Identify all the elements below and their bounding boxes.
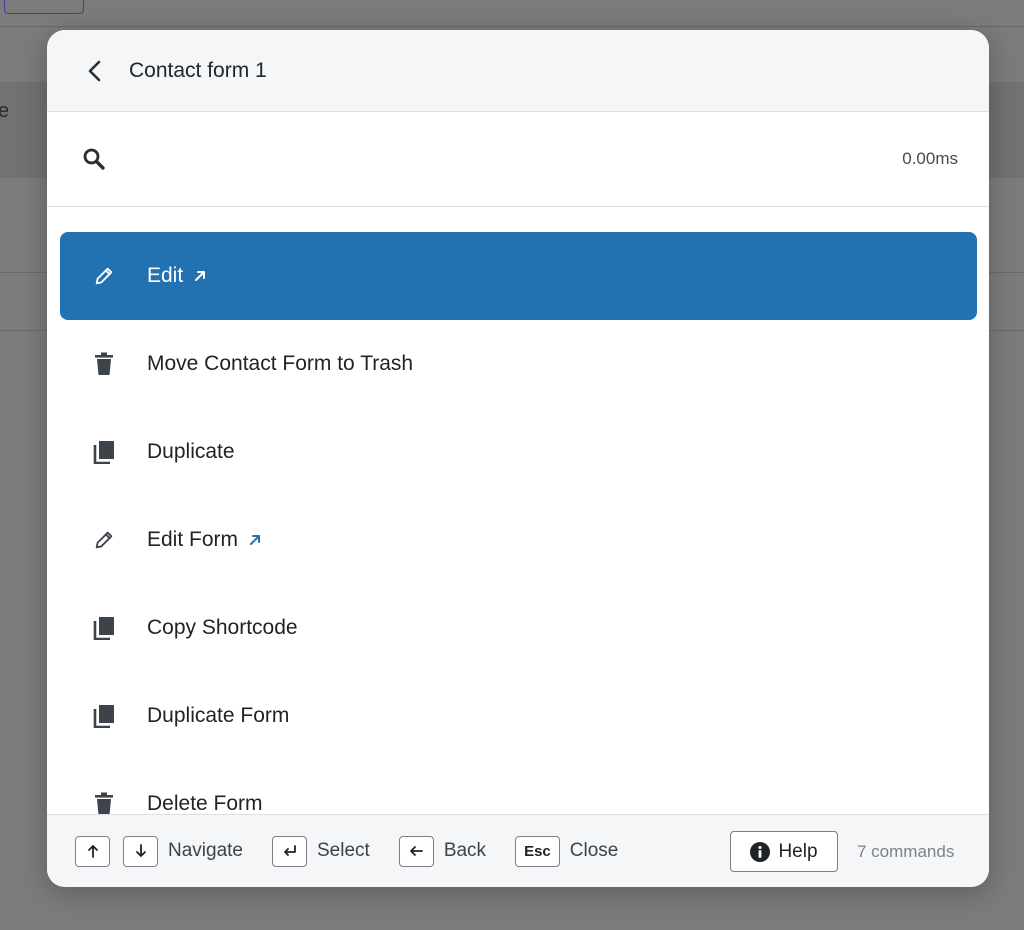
command-item-edit-form[interactable]: Edit Form <box>60 496 977 584</box>
back-label: Back <box>443 840 487 861</box>
pencil-icon <box>92 264 116 288</box>
command-list: Edit Move Contact Form to Trash Duplicat… <box>47 232 989 814</box>
info-icon <box>750 841 771 862</box>
arrow-down-icon <box>135 844 146 857</box>
external-link-icon <box>248 533 262 547</box>
background-text: e <box>0 100 10 122</box>
command-item-duplicate[interactable]: Duplicate <box>60 408 977 496</box>
search-icon <box>81 146 107 172</box>
close-label: Close <box>569 840 619 861</box>
back-button[interactable] <box>83 59 107 83</box>
command-label: Delete Form <box>147 792 263 814</box>
arrow-up-key <box>75 835 110 867</box>
palette-footer: Navigate Select Back Esc Close Help 7 co… <box>47 814 989 887</box>
command-count: 7 commands <box>857 842 955 861</box>
command-item-copy-shortcode[interactable]: Copy Shortcode <box>60 584 977 672</box>
enter-key <box>272 835 307 867</box>
select-hint: Select <box>272 835 370 867</box>
command-item-duplicate-form[interactable]: Duplicate Form <box>60 672 977 760</box>
trash-icon <box>92 352 116 376</box>
copy-icon <box>92 704 116 728</box>
help-button[interactable]: Help <box>730 831 838 872</box>
command-item-edit[interactable]: Edit <box>60 232 977 320</box>
arrow-left-key <box>398 835 434 867</box>
arrow-down-key <box>123 835 158 867</box>
enter-icon <box>283 845 296 856</box>
copy-icon <box>92 440 116 464</box>
select-label: Select <box>317 840 370 861</box>
close-hint: Esc Close <box>515 835 619 867</box>
command-label: Edit Form <box>147 528 239 551</box>
pencil-icon <box>92 528 116 552</box>
command-palette: Contact form 1 0.00ms Edit Move Contact … <box>47 30 989 887</box>
navigate-label: Navigate <box>168 840 243 861</box>
command-label: Duplicate Form <box>147 704 290 727</box>
arrow-up-icon <box>87 845 98 858</box>
search-input[interactable] <box>123 148 903 170</box>
trash-icon <box>92 792 116 814</box>
help-label: Help <box>778 840 818 862</box>
command-label: Edit <box>147 264 184 287</box>
external-link-icon <box>193 269 207 283</box>
chevron-left-icon <box>88 60 101 81</box>
background-divider <box>0 26 1024 27</box>
page-title: Contact form 1 <box>129 58 267 82</box>
command-label: Duplicate <box>147 440 235 463</box>
arrow-left-icon <box>410 846 424 856</box>
search-timing: 0.00ms <box>902 149 958 168</box>
copy-icon <box>92 616 116 640</box>
esc-key: Esc <box>515 835 560 867</box>
search-bar: 0.00ms <box>47 112 989 207</box>
background-button <box>4 0 84 14</box>
navigate-hint: Navigate <box>75 835 243 867</box>
command-label: Copy Shortcode <box>147 616 298 639</box>
palette-header: Contact form 1 <box>47 30 989 112</box>
command-item-delete-form[interactable]: Delete Form <box>60 760 977 814</box>
back-hint: Back <box>398 835 487 867</box>
command-label: Move Contact Form to Trash <box>147 352 414 375</box>
command-item-move-to-trash[interactable]: Move Contact Form to Trash <box>60 320 977 408</box>
